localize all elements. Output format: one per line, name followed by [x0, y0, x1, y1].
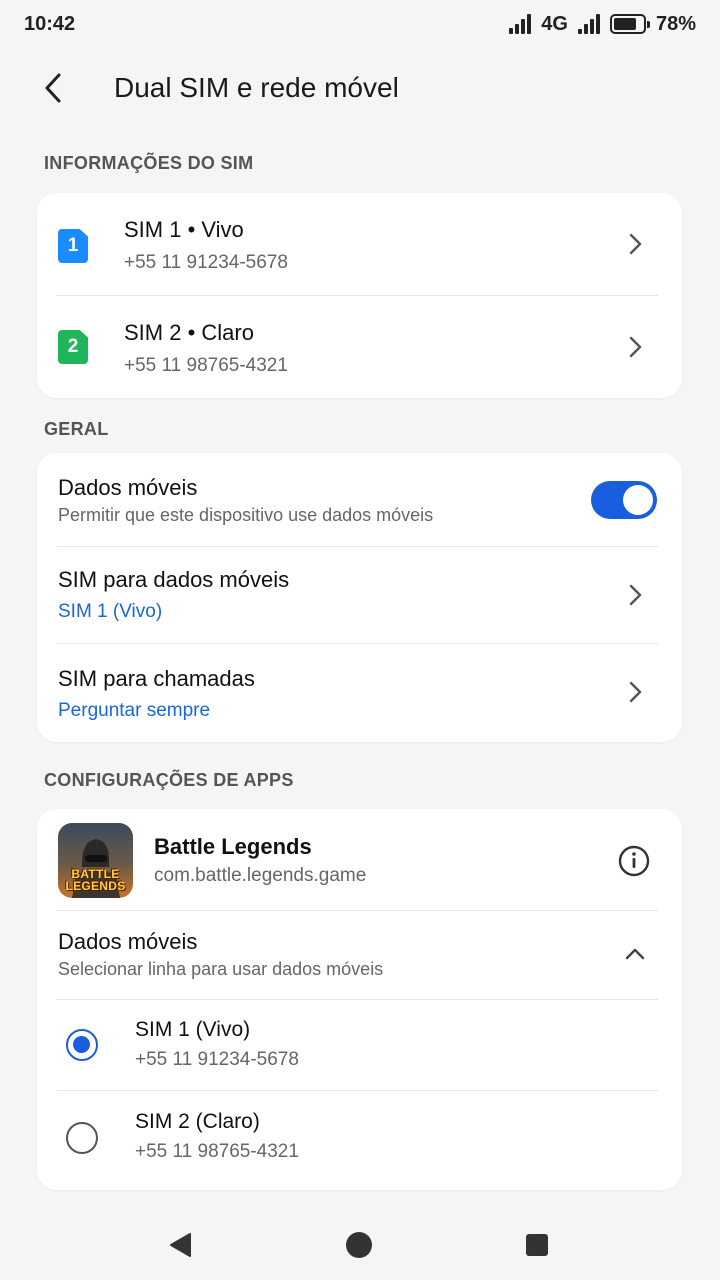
sim-option-2-number: +55 11 98765-4321 [135, 1141, 299, 1162]
page-title: Dual SIM e rede móvel [114, 72, 399, 103]
data-sim-row[interactable]: SIM para dados móveis SIM 1 (Vivo) [37, 547, 682, 643]
data-sim-title: SIM para dados móveis [58, 567, 290, 592]
status-icons: 4G 78% [509, 13, 696, 36]
app-bar: Dual SIM e rede móvel [0, 60, 720, 118]
app-name: Battle Legends [154, 834, 312, 859]
sim-info-card: 1 SIM 1 • Vivo +55 11 91234-5678 2 SIM 2… [37, 193, 682, 398]
nav-recents-icon[interactable] [525, 1233, 549, 1257]
battery-percent: 78% [655, 12, 696, 35]
nav-back-icon[interactable] [168, 1232, 194, 1258]
chevron-right-icon [629, 336, 642, 358]
signal-2-icon [577, 14, 600, 34]
status-bar: 10:42 4G 78% [0, 0, 720, 48]
app-package: com.battle.legends.game [154, 865, 367, 886]
section-title-sim-info: INFORMAÇÕES DO SIM [44, 153, 254, 173]
app-settings-card: BATTLE LEGENDS Battle Legends com.battle… [37, 809, 682, 1190]
navigation-bar [0, 1210, 720, 1280]
app-icon-label: BATTLE LEGENDS [65, 867, 126, 893]
call-sim-title: SIM para chamadas [58, 666, 255, 691]
sim-2-number: +55 11 98765-4321 [124, 355, 288, 376]
mobile-data-title: Dados móveis [58, 475, 198, 500]
sim-1-title: SIM 1 • Vivo [124, 217, 244, 242]
info-icon[interactable] [618, 845, 650, 877]
mobile-data-subtitle: Permitir que este dispositivo use dados … [58, 505, 434, 525]
sim-2-title: SIM 2 • Claro [124, 320, 254, 345]
mobile-data-row[interactable]: Dados móveis Permitir que este dispositi… [37, 453, 682, 546]
battery-icon [609, 14, 650, 34]
sim-1-number: +55 11 91234-5678 [124, 252, 288, 273]
toggle-knob [623, 485, 653, 515]
status-time: 10:42 [24, 12, 76, 35]
radio-sim-2[interactable] [66, 1122, 98, 1154]
sim-option-1[interactable]: SIM 1 (Vivo) +55 11 91234-5678 [37, 1000, 682, 1090]
section-title-app-settings: CONFIGURAÇÕES DE APPS [44, 770, 294, 790]
sim-2-icon: 2 [58, 330, 88, 364]
mobile-data-toggle[interactable] [591, 481, 657, 519]
nav-home-icon[interactable] [345, 1231, 373, 1259]
radio-sim-1[interactable] [66, 1029, 98, 1061]
sim-1-icon: 1 [58, 229, 88, 263]
sim-option-1-title: SIM 1 (Vivo) [135, 1018, 251, 1041]
app-mobile-data-subtitle: Selecionar linha para usar dados móveis [58, 959, 384, 979]
app-row: BATTLE LEGENDS Battle Legends com.battle… [37, 809, 682, 910]
call-sim-row[interactable]: SIM para chamadas Perguntar sempre [37, 644, 682, 742]
chevron-up-icon [625, 948, 645, 960]
back-button[interactable] [36, 70, 72, 106]
chevron-right-icon [629, 233, 642, 255]
app-icon: BATTLE LEGENDS [58, 823, 133, 898]
call-sim-value: Perguntar sempre [58, 700, 211, 721]
signal-icon [509, 14, 532, 34]
app-mobile-data-row[interactable]: Dados móveis Selecionar linha para usar … [37, 911, 682, 999]
sim-1-row[interactable]: 1 SIM 1 • Vivo +55 11 91234-5678 [37, 193, 682, 295]
network-type: 4G [541, 12, 568, 35]
back-arrow-icon [45, 73, 61, 103]
sim-2-row[interactable]: 2 SIM 2 • Claro +55 11 98765-4321 [37, 296, 682, 398]
data-sim-value: SIM 1 (Vivo) [58, 601, 163, 622]
chevron-right-icon [629, 584, 642, 606]
section-title-general: GERAL [44, 419, 109, 439]
chevron-right-icon [629, 681, 642, 703]
app-mobile-data-title: Dados móveis [58, 929, 198, 954]
sim-option-2[interactable]: SIM 2 (Claro) +55 11 98765-4321 [37, 1091, 682, 1186]
sim-option-1-number: +55 11 91234-5678 [135, 1049, 299, 1070]
sim-option-2-title: SIM 2 (Claro) [135, 1110, 260, 1133]
general-card: Dados móveis Permitir que este dispositi… [37, 453, 682, 742]
